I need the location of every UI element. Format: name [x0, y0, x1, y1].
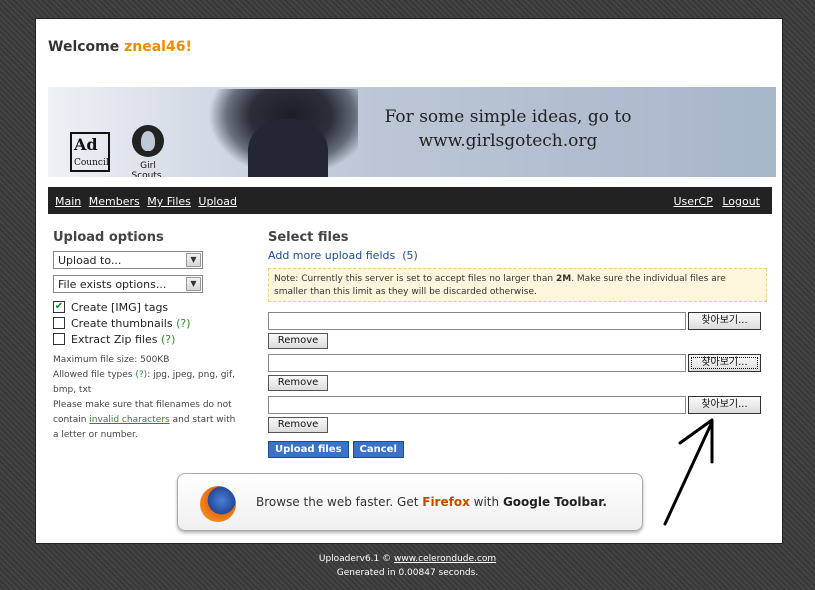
invalid-characters-link[interactable]: invalid characters [89, 415, 169, 425]
form-actions: Upload files Cancel [268, 441, 768, 458]
extract-zip-help-link[interactable]: (?) [161, 333, 175, 346]
adcouncil-logo-bottom: Council [74, 158, 109, 168]
create-img-tags-checkbox[interactable]: ✔ [53, 301, 65, 313]
welcome-username: zneal46! [124, 39, 192, 55]
toolbar-ad-text: Browse the web faster. Get Firefox with … [256, 495, 607, 509]
nav-link-usercp[interactable]: UserCP [673, 195, 712, 208]
footer: Uploaderv6.1 © www.celerondude.com Gener… [0, 552, 815, 580]
max-file-size: Maximum file size: 500KB [53, 355, 170, 365]
file-exists-select[interactable]: File exists options... ▼ [53, 275, 203, 293]
upload-info: Maximum file size: 500KB Allowed file ty… [53, 353, 238, 443]
nav-link-members[interactable]: Members [89, 195, 140, 208]
girlscouts-logo: Girl Scouts. [124, 125, 172, 177]
nav-link-logout[interactable]: Logout [722, 195, 760, 208]
nav-link-upload[interactable]: Upload [198, 195, 237, 208]
nav-bar: Main Members My Files Upload UserCP Logo… [48, 187, 772, 214]
cancel-button[interactable]: Cancel [352, 441, 404, 458]
extract-zip-checkbox[interactable] [53, 333, 65, 345]
footer-version: Uploaderv6.1 © www.celerondude.com [0, 552, 815, 566]
firefox-icon [200, 486, 236, 522]
welcome-heading: Welcome zneal46! [48, 39, 192, 55]
option-extract-zip: Extract Zip files (?) [53, 331, 238, 347]
create-img-tags-label: Create [IMG] tags [71, 300, 169, 314]
file-row: 찾아보기... Remove [268, 396, 768, 438]
google-toolbar-ad[interactable]: Browse the web faster. Get Firefox with … [177, 473, 643, 531]
create-thumbnails-checkbox[interactable] [53, 317, 65, 329]
nav-link-my-files[interactable]: My Files [147, 195, 191, 208]
create-thumbnails-label: Create thumbnails [71, 316, 173, 330]
footer-version-label: Uploaderv6.1 © [318, 554, 392, 564]
allowed-types-prefix: Allowed file types [53, 370, 133, 380]
file-path-input[interactable] [268, 312, 686, 330]
girlscouts-label: Girl Scouts. [131, 161, 165, 177]
select-files-title: Select files [268, 230, 349, 245]
note-size: 2M [555, 274, 572, 284]
banner-tagline-line2: www.girlsgotech.org [418, 131, 598, 151]
upload-to-select[interactable]: Upload to... ▼ [53, 251, 203, 269]
nav-link-main[interactable]: Main [55, 195, 81, 208]
page-container: Welcome zneal46! Ad Council Girl Scouts.… [35, 18, 783, 544]
toolbar-ad-firefox: Firefox [422, 495, 470, 509]
ad-banner[interactable]: Ad Council Girl Scouts. For some simple … [48, 87, 776, 177]
welcome-prefix: Welcome [48, 39, 120, 55]
silhouette-image [208, 89, 358, 177]
adcouncil-logo: Ad Council [70, 132, 110, 172]
adcouncil-logo-top: Ad [74, 135, 98, 154]
nav-left: Main Members My Files Upload [55, 195, 241, 208]
browse-button[interactable]: 찾아보기... [688, 312, 761, 330]
upload-files-button[interactable]: Upload files [268, 441, 349, 458]
nav-right: UserCP Logout [667, 195, 760, 208]
browse-button[interactable]: 찾아보기... [688, 396, 761, 414]
file-path-input[interactable] [268, 396, 686, 414]
add-more-fields-label: Add more upload fields [268, 249, 396, 262]
option-create-img-tags: ✔ Create [IMG] tags [53, 299, 238, 315]
size-limit-note: Note: Currently this server is set to ac… [268, 268, 767, 302]
file-row: 찾아보기... Remove [268, 312, 768, 354]
extract-zip-label: Extract Zip files [71, 332, 158, 346]
banner-tagline: For some simple ideas, go to www.girlsgo… [378, 105, 638, 153]
filename-rules: Please make sure that filenames do not c… [53, 398, 238, 443]
browse-button[interactable]: 찾아보기... [688, 354, 761, 372]
upload-options-panel: Upload options Upload to... ▼ File exist… [53, 230, 238, 443]
banner-tagline-line1: For some simple ideas, go to [384, 107, 632, 127]
remove-button[interactable]: Remove [268, 375, 328, 391]
select-files-panel: Select files Add more upload fields (5) … [268, 230, 768, 458]
add-more-fields-link[interactable]: Add more upload fields (5) [268, 249, 768, 262]
footer-site-link[interactable]: www.celerondude.com [394, 554, 496, 564]
chevron-down-icon: ▼ [186, 277, 201, 291]
remove-button[interactable]: Remove [268, 333, 328, 349]
allowed-types-help-link[interactable]: (?) [135, 370, 147, 380]
add-more-fields-count: (5) [402, 249, 418, 262]
girlscouts-icon [132, 125, 164, 157]
option-create-thumbnails: Create thumbnails (?) [53, 315, 238, 331]
create-thumbnails-help-link[interactable]: (?) [176, 317, 190, 330]
footer-generated: Generated in 0.00847 seconds. [336, 568, 479, 578]
remove-button[interactable]: Remove [268, 417, 328, 433]
chevron-down-icon: ▼ [186, 253, 201, 267]
upload-to-select-value: Upload to... [58, 254, 122, 267]
toolbar-ad-prefix: Browse the web faster. Get [256, 495, 419, 509]
allowed-file-types: Allowed file types (?): jpg, jpeg, png, … [53, 368, 238, 398]
file-exists-select-value: File exists options... [58, 278, 167, 291]
upload-options-title: Upload options [53, 230, 164, 245]
file-row: 찾아보기... Remove [268, 354, 768, 396]
note-prefix: Note: Currently this server is set to ac… [274, 274, 554, 284]
toolbar-ad-with: with [473, 495, 500, 509]
toolbar-ad-google: Google Toolbar. [502, 495, 607, 509]
file-path-input[interactable] [268, 354, 686, 372]
